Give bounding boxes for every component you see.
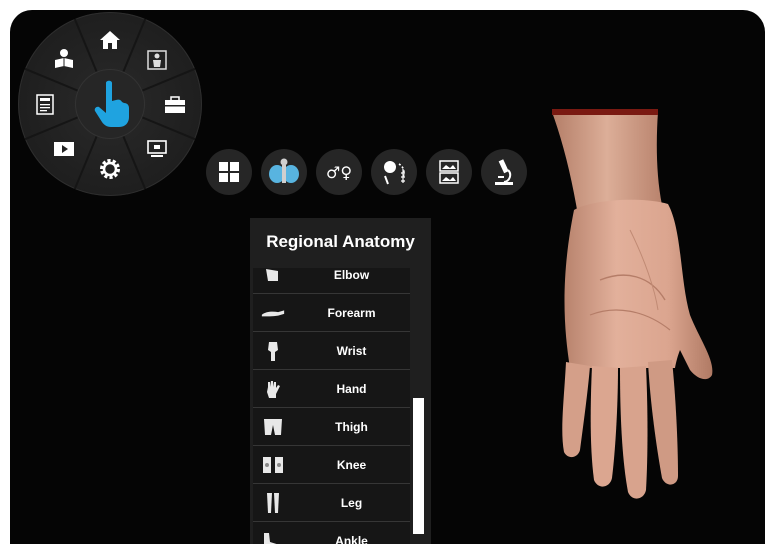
radial-menu [18, 12, 202, 196]
list-item-label: Wrist [336, 343, 367, 358]
settings-button[interactable] [95, 154, 125, 184]
hand-model[interactable] [530, 100, 730, 510]
list-item-label: Thigh [335, 419, 368, 434]
touch-mode-button[interactable] [75, 69, 145, 139]
region-list[interactable]: Elbow Forearm Wrist Hand Thigh Knee Leg … [253, 268, 410, 544]
wrist-icon [261, 340, 285, 362]
monitor-icon [147, 140, 167, 157]
elbow-icon [261, 268, 285, 286]
knee-icon [261, 454, 285, 476]
list-item-ankle[interactable]: Ankle [253, 522, 410, 544]
list-item-elbow[interactable]: Elbow [253, 268, 410, 294]
panel-title: Regional Anatomy [266, 232, 415, 251]
regional-anatomy-button[interactable] [261, 149, 307, 195]
anatomy-body-icon [147, 50, 167, 70]
image-compare-icon [439, 160, 459, 184]
list-item-label: Elbow [333, 268, 370, 282]
list-item-forearm[interactable]: Forearm [253, 294, 410, 332]
list-item-label: Leg [340, 495, 363, 510]
microscope-icon [495, 159, 513, 185]
toolbar: ♂♀ [206, 149, 527, 195]
list-item-label: Knee [336, 457, 367, 472]
regional-anatomy-panel: Regional Anatomy Elbow Forearm Wrist Han… [250, 218, 431, 544]
touch-hand-icon [94, 80, 129, 127]
list-item-label: Hand [336, 381, 367, 396]
anatomy-body-button[interactable] [142, 45, 172, 75]
monitor-button[interactable] [142, 134, 172, 164]
play-video-icon [54, 142, 74, 156]
regional-anatomy-icon [269, 158, 299, 183]
ankle-icon [261, 530, 285, 544]
thigh-icon [261, 416, 285, 438]
briefcase-button[interactable] [160, 90, 190, 120]
list-item-label: Forearm [327, 305, 376, 320]
settings-gear-icon [100, 159, 120, 179]
rotate-view-button[interactable] [371, 149, 417, 195]
image-compare-button[interactable] [426, 149, 472, 195]
quiz-button[interactable] [30, 89, 60, 119]
scrollbar-track[interactable] [410, 268, 428, 544]
list-item-thigh[interactable]: Thigh [253, 408, 410, 446]
leg-icon [261, 492, 285, 514]
scrollbar-thumb[interactable] [413, 398, 424, 534]
gender-button[interactable]: ♂♀ [316, 149, 362, 195]
hand-icon [261, 378, 285, 400]
grid-view-icon [219, 162, 239, 182]
quiz-clipboard-icon [36, 94, 54, 115]
list-item-knee[interactable]: Knee [253, 446, 410, 484]
list-item-wrist[interactable]: Wrist [253, 332, 410, 370]
microscope-button[interactable] [481, 149, 527, 195]
rotate-view-icon [384, 161, 405, 185]
briefcase-icon [165, 96, 185, 113]
3d-viewport[interactable]: ♂♀ Regional Anatomy Elbow Forearm Wrist … [10, 10, 765, 544]
gender-icon: ♂♀ [325, 162, 353, 182]
grid-view-button[interactable] [206, 149, 252, 195]
reader-person-icon [55, 49, 73, 68]
list-item-leg[interactable]: Leg [253, 484, 410, 522]
forearm-icon [261, 302, 285, 324]
list-item-label: Ankle [335, 533, 368, 544]
list-item-hand[interactable]: Hand [253, 370, 410, 408]
home-icon [100, 31, 120, 49]
home-button[interactable] [95, 25, 125, 55]
